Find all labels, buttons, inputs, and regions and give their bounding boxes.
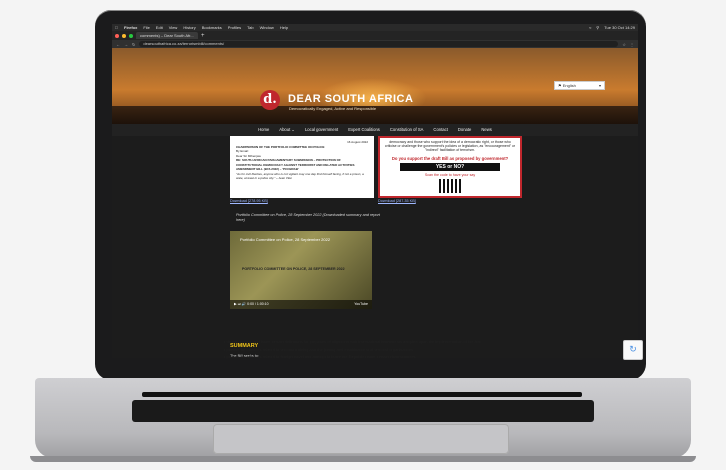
menu-window[interactable]: Window: [260, 24, 274, 31]
list-item: • provide for offences related to foreig…: [224, 354, 417, 359]
url-field[interactable]: dearsouthafrica.co.za/terrorismbill/comm…: [139, 41, 619, 47]
poster-text: democracy and those who support the idea…: [384, 140, 516, 152]
download-document-link[interactable]: Download [278.95 KB]: [230, 199, 268, 203]
menu-tab[interactable]: Tab: [247, 24, 253, 31]
poster-thumbnail[interactable]: democracy and those who support the idea…: [378, 136, 522, 198]
youtube-video-embed[interactable]: Portfolio Committee on Police, 28 Septem…: [230, 231, 372, 309]
download-poster-link[interactable]: Download [287.35 KB]: [378, 199, 416, 203]
trackpad: [213, 424, 509, 454]
address-bar: ← → ↻ dearsouthafrica.co.za/terrorismbil…: [112, 40, 638, 48]
language-select[interactable]: ⚑ English ▾: [554, 81, 605, 90]
clock[interactable]: Tue 30 Oct 14:29: [604, 24, 635, 31]
nav-home[interactable]: Home: [258, 124, 269, 136]
nav-about-label: About: [279, 127, 291, 132]
menu-profiles[interactable]: Profiles: [228, 24, 241, 31]
new-tab-icon[interactable]: +: [201, 33, 205, 39]
bullet-text: provide for offences related to foreign …: [226, 354, 417, 359]
bullet-text: delete, amend and insert certain definit…: [226, 339, 482, 344]
next-icon[interactable]: ⏭: [238, 302, 241, 306]
browser-tab[interactable]: comments) – Dear South Afr...: [136, 32, 198, 39]
wifi-icon[interactable]: ≈: [589, 24, 591, 31]
back-icon[interactable]: ←: [116, 42, 120, 47]
poster-answer: YES or NO?: [400, 163, 500, 171]
chevron-down-icon: ⌄: [291, 127, 295, 132]
touch-bar: [142, 392, 582, 397]
nav-about[interactable]: About ⌄: [279, 124, 295, 136]
site-header-banner: d. DEAR SOUTH AFRICA Democratically Enga…: [112, 48, 638, 124]
search-icon[interactable]: ⚲: [596, 24, 599, 31]
close-window-icon[interactable]: [115, 33, 119, 38]
menu-history[interactable]: History: [183, 24, 195, 31]
menu-app[interactable]: Firefox: [124, 24, 137, 31]
nav-donate[interactable]: Donate: [458, 124, 472, 136]
menu-dots-icon[interactable]: ⋮: [630, 42, 634, 47]
forward-icon[interactable]: →: [124, 42, 128, 47]
nav-constitution[interactable]: Constitution of SA: [390, 124, 424, 136]
tab-bar: comments) – Dear South Afr... +: [112, 31, 638, 40]
maximize-window-icon[interactable]: [129, 33, 133, 38]
video-time: 0:00 / 1:00:10: [247, 302, 269, 306]
reload-icon[interactable]: ↻: [132, 42, 135, 47]
logo-letter: d.: [263, 92, 277, 107]
chevron-down-icon: ▾: [598, 83, 601, 88]
apple-icon[interactable]: : [115, 24, 118, 31]
laptop-base-lip: [30, 456, 696, 462]
nav-local-government[interactable]: Local government: [305, 124, 338, 136]
menu-edit[interactable]: Edit: [156, 24, 163, 31]
video-title[interactable]: Portfolio Committee on Police, 28 Septem…: [240, 237, 330, 242]
url-text: dearsouthafrica.co.za/terrorismbill/comm…: [143, 41, 225, 46]
main-nav: Home About ⌄ Local government Expert Coa…: [112, 124, 638, 136]
youtube-brand[interactable]: YouTube: [354, 300, 368, 309]
volume-icon[interactable]: 🔊: [242, 302, 246, 306]
nav-contact[interactable]: Contact: [433, 124, 447, 136]
committee-caption: Portfolio Committee on Police, 28 Septem…: [236, 213, 380, 222]
recaptcha-badge[interactable]: ↻: [623, 340, 643, 360]
site-logo[interactable]: d.: [260, 90, 280, 110]
poster-cta: Scan the code to have your say: [424, 173, 476, 177]
nav-news[interactable]: News: [481, 124, 491, 136]
doc-quote: "As for civil liberties, anyone who is n…: [236, 171, 364, 181]
list-item: • delete, amend and insert certain defin…: [224, 339, 482, 344]
nav-expert-coalitions[interactable]: Expert Coalitions: [348, 124, 380, 136]
keyboard: [132, 400, 594, 422]
doc-subject: RE: SOUTH AFRICAN PARLIAMENTARY SUBMISSI…: [236, 158, 355, 171]
submission-document-thumbnail[interactable]: 16 August 2022 CHAIRPERSON OF THE PORTFO…: [230, 136, 374, 198]
qr-code-icon: [439, 179, 461, 193]
bullet-text: provide for offences related to terroris…: [226, 346, 415, 352]
language-value: English: [562, 83, 576, 88]
site-title[interactable]: DEAR SOUTH AFRICA: [288, 93, 413, 105]
menu-view[interactable]: View: [169, 24, 178, 31]
menu-help[interactable]: Help: [280, 24, 288, 31]
poster-question: Do you support the draft Bill as propose…: [391, 156, 509, 161]
minimize-window-icon[interactable]: [122, 33, 126, 38]
play-icon[interactable]: ▶: [234, 302, 237, 306]
recaptcha-icon: ↻: [629, 344, 637, 354]
bookmark-star-icon[interactable]: ☆: [622, 42, 626, 47]
main-content: 16 August 2022 CHAIRPERSON OF THE PORTFO…: [112, 136, 638, 358]
flag-icon: ⚑: [558, 83, 562, 88]
tab-title: comments) – Dear South Afr...: [140, 33, 194, 38]
video-controls: ▶ ⏭ 🔊 0:00 / 1:00:10 YouTube: [230, 300, 372, 309]
menu-bookmarks[interactable]: Bookmarks: [202, 24, 222, 31]
list-item: • provide for offences related to terror…: [224, 346, 415, 352]
screen:  Firefox File Edit View History Bookmar…: [112, 24, 638, 358]
mac-menubar:  Firefox File Edit View History Bookmar…: [112, 24, 638, 31]
summary-bullet-list: • delete, amend and insert certain defin…: [224, 338, 644, 361]
video-slide-title: PORTFOLIO COMMITTEE ON POLICE, 28 SEPTEM…: [242, 267, 345, 271]
menu-file[interactable]: File: [143, 24, 149, 31]
site-tagline: Democratically Engaged, Active and Respo…: [289, 106, 377, 111]
